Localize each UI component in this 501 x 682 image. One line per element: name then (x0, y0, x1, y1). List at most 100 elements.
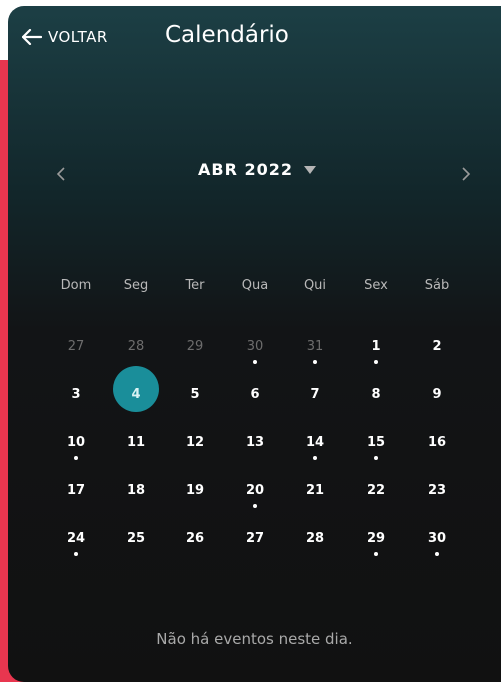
day-number: 29 (366, 531, 386, 546)
back-label: VOLTAR (48, 28, 108, 46)
arrow-left-icon (22, 29, 42, 45)
event-dot-indicator (374, 456, 378, 460)
calendar-day[interactable]: 30 (230, 336, 280, 382)
calendar-day[interactable]: 25 (111, 528, 161, 574)
event-dot-indicator (435, 552, 439, 556)
app-screen: VOLTAR Calendário ABR 2022 Dom Seg Ter Qua Q… (8, 6, 501, 682)
calendar-day[interactable]: 14 (290, 432, 340, 478)
day-number: 14 (305, 435, 325, 450)
weekday-header: Dom Seg Ter Qua Qui Sex Sáb (8, 278, 501, 302)
calendar-day[interactable]: 26 (170, 528, 220, 574)
calendar-day[interactable]: 13 (230, 432, 280, 478)
day-number: 15 (366, 435, 386, 450)
event-dot-indicator (253, 504, 257, 508)
weekday-label: Sáb (424, 278, 450, 293)
day-number: 29 (186, 339, 204, 354)
day-number: 7 (310, 387, 320, 402)
day-number: 3 (71, 387, 81, 402)
calendar-grid: 27 28 29 30 31 1 2 3 4 5 6 7 8 9 10 11 12 13 14 15 16 17 18 19 2… (8, 336, 501, 586)
day-number: 30 (246, 339, 264, 354)
weekday-label: Dom (60, 278, 92, 293)
calendar-day[interactable]: 8 (351, 384, 401, 430)
day-number: 12 (185, 435, 205, 450)
day-number: 26 (185, 531, 205, 546)
day-number: 13 (245, 435, 265, 450)
day-number: 8 (371, 387, 381, 402)
day-number: 18 (126, 483, 146, 498)
calendar-day[interactable]: 27 (51, 336, 101, 382)
calendar-day[interactable]: 20 (230, 480, 280, 526)
calendar-day[interactable]: 30 (412, 528, 462, 574)
calendar-day[interactable]: 15 (351, 432, 401, 478)
page-title: Calendário (165, 22, 289, 48)
event-dot-indicator (253, 360, 257, 364)
calendar-day[interactable]: 22 (351, 480, 401, 526)
calendar-day[interactable]: 27 (230, 528, 280, 574)
day-number: 16 (427, 435, 447, 450)
weekday-label: Qui (303, 278, 327, 293)
day-number: 22 (366, 483, 386, 498)
day-number: 19 (185, 483, 205, 498)
day-number: 25 (126, 531, 146, 546)
calendar-day[interactable]: 24 (51, 528, 101, 574)
day-number: 11 (126, 435, 146, 450)
day-number: 9 (432, 387, 442, 402)
event-dot-indicator (374, 360, 378, 364)
calendar-day[interactable]: 29 (170, 336, 220, 382)
calendar-day[interactable]: 9 (412, 384, 462, 430)
calendar-day[interactable]: 28 (290, 528, 340, 574)
calendar-day[interactable]: 21 (290, 480, 340, 526)
calendar-day[interactable]: 3 (51, 384, 101, 430)
day-number: 2 (432, 339, 442, 354)
weekday-label: Seg (123, 278, 149, 293)
back-button[interactable]: VOLTAR (22, 28, 108, 46)
calendar-day[interactable]: 18 (111, 480, 161, 526)
day-number: 17 (66, 483, 86, 498)
empty-events-message: Não há eventos neste dia. (156, 630, 353, 648)
weekday-label: Qua (241, 278, 269, 293)
day-number: 6 (250, 387, 260, 402)
caret-down-icon (303, 160, 317, 179)
month-picker[interactable]: ABR 2022 (198, 160, 317, 179)
day-number: 31 (306, 339, 324, 354)
calendar-day[interactable]: 12 (170, 432, 220, 478)
calendar-day-selected[interactable]: 4 (111, 366, 161, 430)
calendar-day[interactable]: 7 (290, 384, 340, 430)
calendar-day[interactable]: 16 (412, 432, 462, 478)
day-number: 28 (305, 531, 325, 546)
day-number: 5 (190, 387, 200, 402)
event-dot-indicator (74, 456, 78, 460)
weekday-label: Sex (364, 278, 388, 293)
day-number: 20 (245, 483, 265, 498)
day-number: 1 (371, 339, 381, 354)
event-dot-indicator (313, 456, 317, 460)
day-number: 23 (427, 483, 447, 498)
calendar-day[interactable]: 17 (51, 480, 101, 526)
weekday-label: Ter (185, 278, 205, 293)
month-label: ABR 2022 (198, 160, 293, 179)
day-number: 4 (131, 387, 141, 402)
calendar-day[interactable]: 29 (351, 528, 401, 574)
calendar-day[interactable]: 2 (412, 336, 462, 382)
day-number: 21 (305, 483, 325, 498)
event-dot-indicator (74, 552, 78, 556)
month-navigation: ABR 2022 (8, 154, 501, 194)
calendar-day[interactable]: 11 (111, 432, 161, 478)
day-number: 28 (127, 339, 145, 354)
header: VOLTAR Calendário (8, 6, 501, 76)
calendar-day[interactable]: 6 (230, 384, 280, 430)
day-number: 30 (427, 531, 447, 546)
calendar-day[interactable]: 1 (351, 336, 401, 382)
calendar-day[interactable]: 5 (170, 384, 220, 430)
chevron-left-icon[interactable] (52, 162, 72, 186)
chevron-right-icon[interactable] (455, 162, 475, 186)
event-dot-indicator (374, 552, 378, 556)
calendar-day[interactable]: 31 (290, 336, 340, 382)
day-number: 27 (67, 339, 85, 354)
day-number: 24 (66, 531, 86, 546)
calendar-day[interactable]: 23 (412, 480, 462, 526)
calendar-day[interactable]: 10 (51, 432, 101, 478)
calendar-day[interactable]: 19 (170, 480, 220, 526)
day-number: 27 (245, 531, 265, 546)
day-number: 10 (66, 435, 86, 450)
